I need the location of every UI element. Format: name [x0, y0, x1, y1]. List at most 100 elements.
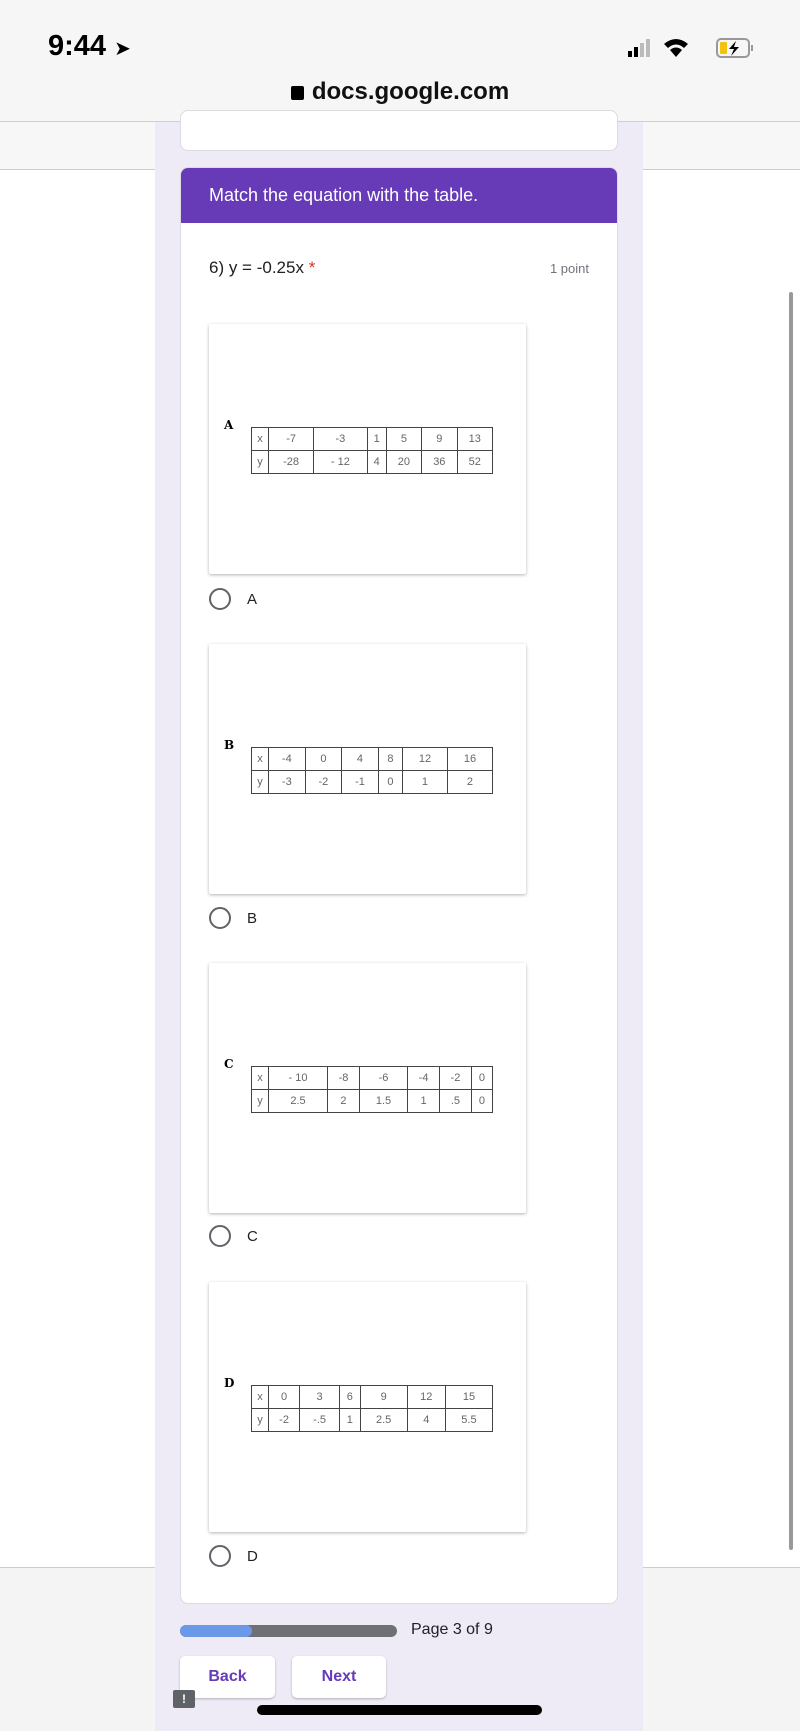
feedback-icon[interactable]: !: [173, 1690, 195, 1708]
table-cell: x: [251, 747, 269, 771]
table-cell: 0: [470, 1089, 494, 1113]
table-cell: 6: [339, 1385, 361, 1409]
table-cell: -3: [313, 427, 368, 451]
next-button[interactable]: Next: [292, 1656, 386, 1698]
table-cell: y: [251, 770, 269, 794]
clock: 9:44 ➤: [48, 30, 131, 63]
table-cell: 4: [406, 1408, 446, 1432]
lock-icon: [290, 86, 304, 100]
table-cell: 8: [377, 747, 403, 771]
table-cell: 12: [401, 747, 448, 771]
table-row-x: x -4 0 4 8 12 16: [251, 747, 494, 771]
table-cell: 13: [456, 427, 494, 451]
table-cell: .5: [438, 1089, 472, 1113]
table-cell: -7: [267, 427, 315, 451]
table-cell: 9: [421, 427, 458, 451]
table-cell: 5.5: [444, 1408, 494, 1432]
table-cell: 9: [359, 1385, 408, 1409]
image-label: D: [224, 1376, 235, 1390]
option-image-c: C x- 10 -8 -6 -4 -2 0 y 2.5 2 1.5 1.5 0: [209, 963, 526, 1213]
xy-table: x -4 0 4 8 12 16 y -3 -2 -1 0 1 2: [251, 747, 494, 794]
option-label: B: [247, 909, 258, 927]
required-asterisk: *: [308, 258, 316, 277]
cellular-signal-icon: [628, 39, 650, 57]
table-cell: 2: [327, 1089, 360, 1113]
table-cell: y: [251, 450, 269, 474]
table-cell: -4: [268, 747, 306, 771]
table-cell: -4: [407, 1066, 440, 1090]
table-row-x: x- 10 -8 -6 -4 -2 0: [251, 1066, 494, 1090]
table-cell: - 10: [267, 1066, 329, 1090]
xy-table: x- 10 -8 -6 -4 -2 0 y 2.5 2 1.5 1.5 0: [251, 1066, 494, 1113]
table-cell: -28: [267, 450, 315, 474]
table-cell: 5: [385, 427, 423, 451]
table-cell: y: [251, 1408, 269, 1432]
table-cell: -2: [267, 1408, 301, 1432]
radio-button[interactable]: [209, 1225, 231, 1247]
table-cell: -1: [341, 770, 379, 794]
scrollbar[interactable]: [789, 292, 793, 1550]
option-d-radio[interactable]: D: [209, 1545, 258, 1567]
option-label: A: [247, 590, 258, 608]
home-indicator[interactable]: [257, 1705, 542, 1715]
battery-charging-icon: [716, 38, 753, 58]
table-row-y: y -28- 12 4 20 36 52: [251, 450, 494, 474]
progress-bar: [180, 1625, 397, 1637]
radio-button[interactable]: [209, 1545, 231, 1567]
status-icons: [628, 38, 753, 58]
option-image-d: D x 0 3 6 9 12 15 y -2 -.5 1 2.5 4 5.5: [209, 1282, 526, 1532]
table-row-y: y -2 -.5 1 2.5 4 5.5: [251, 1408, 494, 1432]
option-image-a: A x -7 -3 1 5 9 13 y -28- 12 4 20 36 52: [209, 324, 526, 574]
table-cell: 1: [339, 1408, 361, 1432]
table-cell: -3: [268, 770, 306, 794]
option-a-radio[interactable]: A: [209, 588, 257, 610]
section-header: Match the equation with the table.: [181, 168, 617, 223]
image-label: B: [224, 738, 235, 752]
time-text: 9:44: [48, 30, 107, 62]
location-arrow-icon: ➤: [114, 38, 131, 60]
table-cell: 4: [341, 747, 379, 771]
option-label: D: [247, 1547, 258, 1565]
radio-button[interactable]: [209, 588, 231, 610]
table-cell: 0: [470, 1066, 494, 1090]
table-cell: 15: [444, 1385, 494, 1409]
url-text: docs.google.com: [311, 78, 510, 105]
table-cell: -.5: [299, 1408, 341, 1432]
table-row-x: x -7 -3 1 5 9 13: [251, 427, 494, 451]
table-row-x: x 0 3 6 9 12 15: [251, 1385, 494, 1409]
table-cell: 3: [299, 1385, 341, 1409]
table-cell: 1: [407, 1089, 440, 1113]
option-label: C: [247, 1227, 258, 1245]
table-cell: -2: [438, 1066, 472, 1090]
table-row-y: y -3 -2 -1 0 1 2: [251, 770, 494, 794]
option-c-radio[interactable]: C: [209, 1225, 258, 1247]
table-cell: x: [251, 427, 269, 451]
table-cell: x: [251, 1066, 269, 1090]
table-cell: - 12: [313, 450, 368, 474]
question-title: 6) y = -0.25x *: [209, 258, 315, 278]
wifi-icon: [664, 39, 688, 57]
question-points: 1 point: [549, 261, 589, 276]
table-cell: -8: [327, 1066, 360, 1090]
xy-table: x 0 3 6 9 12 15 y -2 -.5 1 2.5 4 5.5: [251, 1385, 494, 1432]
option-image-b: B x -4 0 4 8 12 16 y -3 -2 -1 0 1 2: [209, 644, 526, 894]
table-cell: 2.5: [267, 1089, 329, 1113]
page-indicator: Page 3 of 9: [411, 1621, 493, 1638]
image-label: A: [224, 418, 234, 432]
table-cell: 1.5: [358, 1089, 409, 1113]
table-cell: x: [251, 1385, 269, 1409]
progress-fill: [180, 1625, 253, 1637]
previous-question-card: [180, 110, 618, 151]
table-cell: 16: [446, 747, 494, 771]
table-cell: 4: [366, 450, 387, 474]
question-card: Match the equation with the table. 6) y …: [180, 167, 618, 1604]
table-cell: 12: [406, 1385, 446, 1409]
option-b-radio[interactable]: B: [209, 907, 257, 929]
table-cell: 20: [385, 450, 423, 474]
table-cell: 1: [366, 427, 387, 451]
radio-button[interactable]: [209, 907, 231, 929]
table-cell: 1: [401, 770, 448, 794]
address-bar[interactable]: docs.google.com: [0, 78, 800, 106]
table-cell: -6: [358, 1066, 409, 1090]
image-label: C: [224, 1057, 234, 1071]
